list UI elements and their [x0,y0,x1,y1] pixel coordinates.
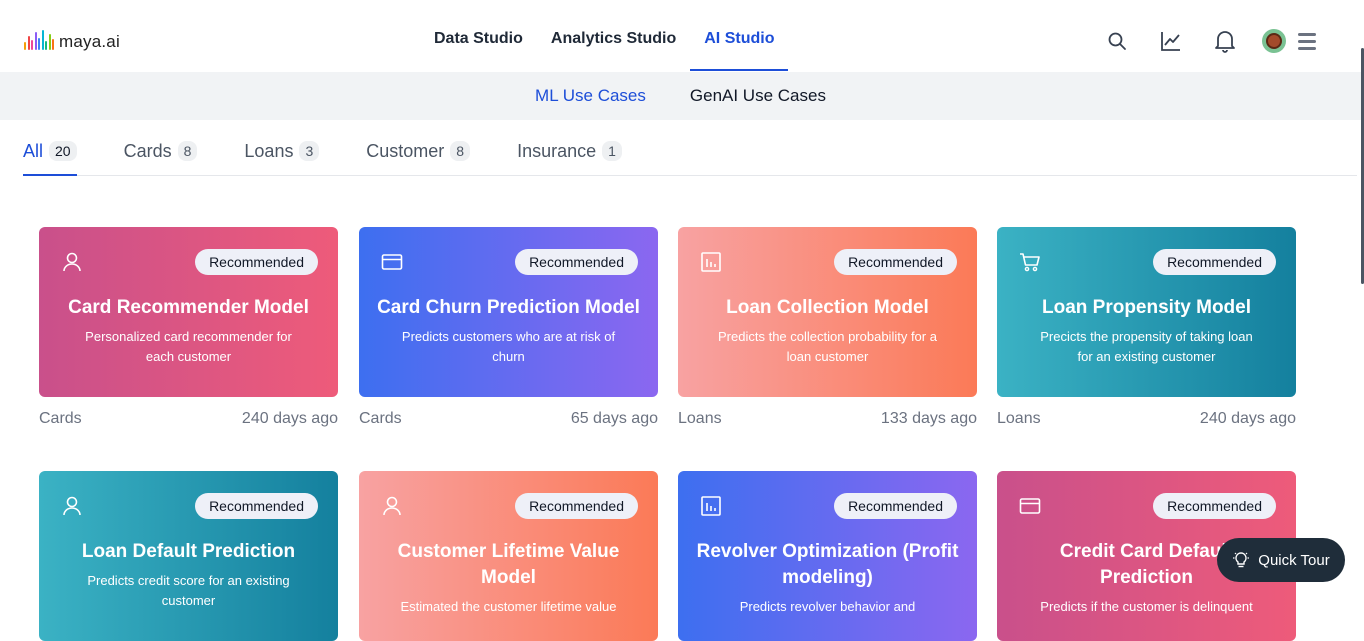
quick-tour-button[interactable]: Quick Tour [1217,538,1345,582]
card-description: Predicts revolver behavior and [739,599,916,614]
tab-count: 8 [177,141,198,161]
card-category: Loans [997,410,1041,427]
bell-icon[interactable] [1212,28,1238,54]
hamburger-menu-icon[interactable] [1298,32,1316,50]
card-age: 65 days ago [570,410,658,427]
card-age: 240 days ago [1199,410,1296,427]
credit-card-icon [381,254,403,270]
top-nav: Data Studio Analytics Studio AI Studio [420,0,789,72]
recommended-badge: Recommended [195,493,318,519]
card-meta: Loans 133 days ago [678,410,977,428]
card-category: Cards [359,410,402,427]
tab-label: Insurance [517,140,597,161]
use-case-card: Recommended Loan Collection Model Predic… [678,227,977,428]
card-description: Predicts the collection probability for … [718,329,937,364]
chart-line-icon[interactable] [1158,28,1184,54]
tab-label: All [23,140,44,161]
card-category: Loans [678,410,722,427]
card-tile[interactable]: Recommended Revolver Optimization (Profi… [678,471,977,641]
card-tile[interactable]: Recommended Loan Collection Model Predic… [678,227,977,397]
quick-tour-label: Quick Tour [1258,551,1330,569]
recommended-badge: Recommended [195,249,318,275]
card-tile[interactable]: Recommended Loan Default Prediction Pred… [39,471,338,641]
bar-chart-icon [701,496,721,516]
logo-waveform [24,28,54,50]
user-icon [63,496,81,516]
card-title: Customer Lifetime Value Model [397,541,620,588]
logo-text: maya.ai [59,32,120,51]
tab-customer[interactable]: Customer 8 [366,128,471,174]
card-age: 133 days ago [880,410,977,427]
card-tile[interactable]: Recommended Customer Lifetime Value Mode… [359,471,658,641]
card-title: Loan Default Prediction [81,541,296,562]
use-case-card: Recommended Loan Default Prediction Pred… [39,471,338,641]
category-tabs: All 20 Cards 8 Loans 3 Customer 8 Insura… [23,128,1357,176]
card-title: Loan Propensity Model [1041,297,1252,318]
subnav-ml-use-cases[interactable]: ML Use Cases [535,86,646,106]
card-tile[interactable]: Recommended Card Churn Prediction Model … [359,227,658,397]
recommended-badge: Recommended [1153,493,1276,519]
logo[interactable]: maya.ai [24,26,120,50]
tab-all[interactable]: All 20 [23,128,77,176]
shopping-cart-icon [1020,253,1040,272]
nav-data-studio[interactable]: Data Studio [420,0,537,72]
card-description: Personalized card recommender for each c… [85,329,292,364]
card-tile[interactable]: Recommended Loan Propensity Model Precic… [997,227,1296,397]
credit-card-icon [1019,498,1041,514]
card-title: Card Recommender Model [68,297,309,318]
tab-count: 1 [602,141,622,161]
avatar[interactable] [1262,29,1286,53]
sub-nav: ML Use Cases GenAI Use Cases [0,72,1361,120]
use-case-card: Recommended Card Churn Prediction Model … [359,227,658,428]
card-description: Precicts the propensity of taking loan f… [1040,329,1253,364]
lightbulb-icon [1233,552,1250,568]
recommended-badge: Recommended [834,249,957,275]
tab-label: Cards [123,140,172,161]
bar-chart-icon [701,252,721,272]
tab-label: Loans [244,140,294,161]
use-case-card: Recommended Card Recommender Model Perso… [39,227,338,428]
user-icon [383,496,401,516]
tab-insurance[interactable]: Insurance 1 [517,128,622,174]
nav-analytics-studio[interactable]: Analytics Studio [537,0,690,72]
card-title: Card Churn Prediction Model [377,297,640,318]
user-icon [63,252,81,272]
card-meta: Loans 240 days ago [997,410,1296,428]
recommended-badge: Recommended [515,249,638,275]
tab-cards[interactable]: Cards 8 [124,128,198,174]
tab-count: 8 [450,141,471,161]
tab-loans[interactable]: Loans 3 [244,128,320,174]
card-title: Revolver Optimization (Profit modeling) [696,541,959,588]
card-meta: Cards 65 days ago [359,410,658,428]
tab-count: 20 [49,141,77,161]
use-case-card: Recommended Revolver Optimization (Profi… [678,471,977,641]
use-case-card: Recommended Customer Lifetime Value Mode… [359,471,658,641]
app-header: maya.ai Data Studio Analytics Studio AI … [0,0,1364,72]
card-description: Predicts customers who are at risk of ch… [401,329,616,364]
recommended-badge: Recommended [515,493,638,519]
subnav-genai-use-cases[interactable]: GenAI Use Cases [690,86,826,106]
card-age: 240 days ago [241,410,338,427]
card-description: Predicts credit score for an existing cu… [87,573,290,608]
recommended-badge: Recommended [1153,249,1276,275]
card-meta: Cards 240 days ago [39,410,338,428]
card-title: Loan Collection Model [726,297,929,318]
search-icon[interactable] [1104,28,1130,54]
header-icons [1076,28,1316,54]
card-description: Estimated the customer lifetime value [400,599,617,614]
card-category: Cards [39,410,82,427]
tab-count: 3 [299,141,320,161]
tab-label: Customer [366,140,445,161]
use-case-card: Recommended Loan Propensity Model Precic… [997,227,1296,428]
recommended-badge: Recommended [834,493,957,519]
card-description: Predicts if the customer is delinquent [1040,599,1253,614]
nav-ai-studio[interactable]: AI Studio [690,0,789,72]
card-tile[interactable]: Recommended Card Recommender Model Perso… [39,227,338,397]
